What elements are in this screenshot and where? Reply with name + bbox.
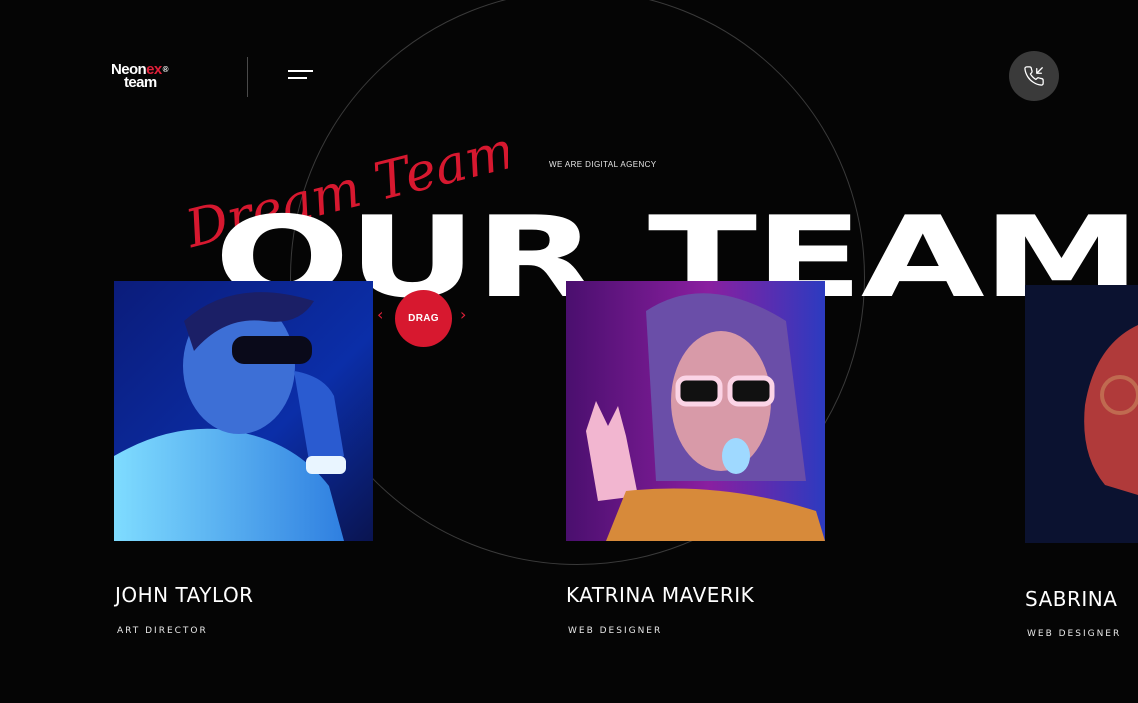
drag-label: DRAG: [408, 313, 439, 324]
logo[interactable]: Neonex® team: [111, 62, 169, 90]
team-member-name: SABRINA: [1025, 587, 1118, 611]
logo-registered-mark: ®: [162, 65, 169, 74]
team-member-role: WEB DESIGNER: [1027, 629, 1122, 639]
menu-icon-line: [288, 77, 307, 79]
call-button[interactable]: [1009, 51, 1059, 101]
team-photo-katrina-maverik[interactable]: [566, 281, 825, 541]
portrait-image: [566, 281, 825, 541]
team-photo-john-taylor[interactable]: [114, 281, 373, 541]
team-member-name: KATRINA MAVERIK: [566, 583, 755, 607]
portrait-image: [1025, 285, 1138, 543]
drag-button[interactable]: DRAG: [395, 290, 452, 347]
chevron-left-icon[interactable]: ‹: [377, 305, 383, 324]
portrait-image: [114, 281, 373, 541]
menu-icon: [288, 70, 313, 72]
phone-call-icon: [1024, 66, 1044, 86]
header-divider: [247, 57, 248, 97]
chevron-right-icon[interactable]: ›: [460, 305, 466, 324]
menu-button[interactable]: [283, 66, 317, 86]
team-photo-sabrina[interactable]: [1025, 285, 1138, 543]
team-member-role: WEB DESIGNER: [568, 626, 663, 636]
tagline: WE ARE DIGITAL AGENCY: [549, 160, 657, 169]
team-member-role: ART DIRECTOR: [117, 626, 208, 636]
team-member-name: JOHN TAYLOR: [115, 583, 254, 607]
